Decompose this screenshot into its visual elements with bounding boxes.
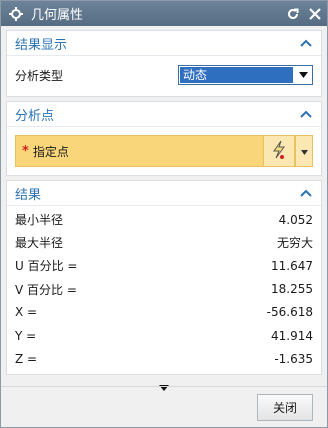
dialog-title: 几何属性 [31,8,84,23]
geometry-properties-dialog: 几何属性 结果显示 分析类型 动态 分析点 * 指定点 结果 最小半径 4.05… [0,0,328,428]
result-row-y: Y = 41.914 [15,324,313,347]
result-label: Z = [15,351,38,366]
point-type-dropdown[interactable] [295,135,313,167]
dialog-footer: 关闭 [1,386,327,427]
chevron-up-icon[interactable] [299,107,313,121]
point-dialog-button[interactable] [264,135,295,167]
result-value: 18.255 [271,282,313,297]
result-label: 最大半径 [15,236,64,251]
specify-point-field[interactable]: * 指定点 [15,135,264,167]
result-label: U 百分比 = [15,259,78,274]
close-icon[interactable] [305,4,325,24]
result-value: 无穷大 [276,236,313,251]
chevron-up-icon[interactable] [299,36,313,50]
required-mark: * [22,143,29,159]
display-section-header[interactable]: 结果显示 [7,31,321,56]
results-section: 结果 最小半径 4.052 最大半径 无穷大 U 百分比 = 11.647 V … [6,180,322,376]
display-section: 结果显示 分析类型 动态 [6,30,322,97]
result-row-v-percent: V 百分比 = 18.255 [15,278,313,301]
display-section-title: 结果显示 [15,37,68,53]
result-label: V 百分比 = [15,282,77,297]
result-row-u-percent: U 百分比 = 11.647 [15,254,313,277]
analysis-point-section-header[interactable]: 分析点 [7,102,321,127]
analysis-point-section: 分析点 * 指定点 [6,101,322,176]
specify-point-label: 指定点 [32,144,69,159]
results-section-header[interactable]: 结果 [7,181,321,206]
analysis-type-select[interactable]: 动态 [178,65,313,85]
results-section-title: 结果 [15,187,42,203]
chevron-up-icon[interactable] [299,186,313,200]
result-label: Y = [15,328,37,343]
result-row-min-radius: 最小半径 4.052 [15,208,313,231]
result-value: 41.914 [271,328,313,343]
point-constructor-icon [270,140,288,163]
chevron-down-icon[interactable] [294,66,312,84]
title-bar[interactable]: 几何属性 [1,1,327,26]
gear-icon [9,6,23,21]
result-row-x: X = -56.618 [15,301,313,324]
result-value: 11.647 [271,258,313,273]
reset-icon[interactable] [283,4,303,24]
result-value: -56.618 [266,305,313,320]
result-label: 最小半径 [15,213,64,228]
analysis-type-value: 动态 [180,67,293,83]
result-label: X = [15,305,38,320]
result-value: -1.635 [274,351,313,366]
analysis-point-section-title: 分析点 [15,108,55,124]
result-value: 4.052 [278,212,313,227]
result-row-z: Z = -1.635 [15,347,313,370]
close-button[interactable]: 关闭 [257,393,313,421]
analysis-type-label: 分析类型 [15,68,64,83]
result-row-max-radius: 最大半径 无穷大 [15,231,313,254]
chevron-down-icon [300,144,308,158]
